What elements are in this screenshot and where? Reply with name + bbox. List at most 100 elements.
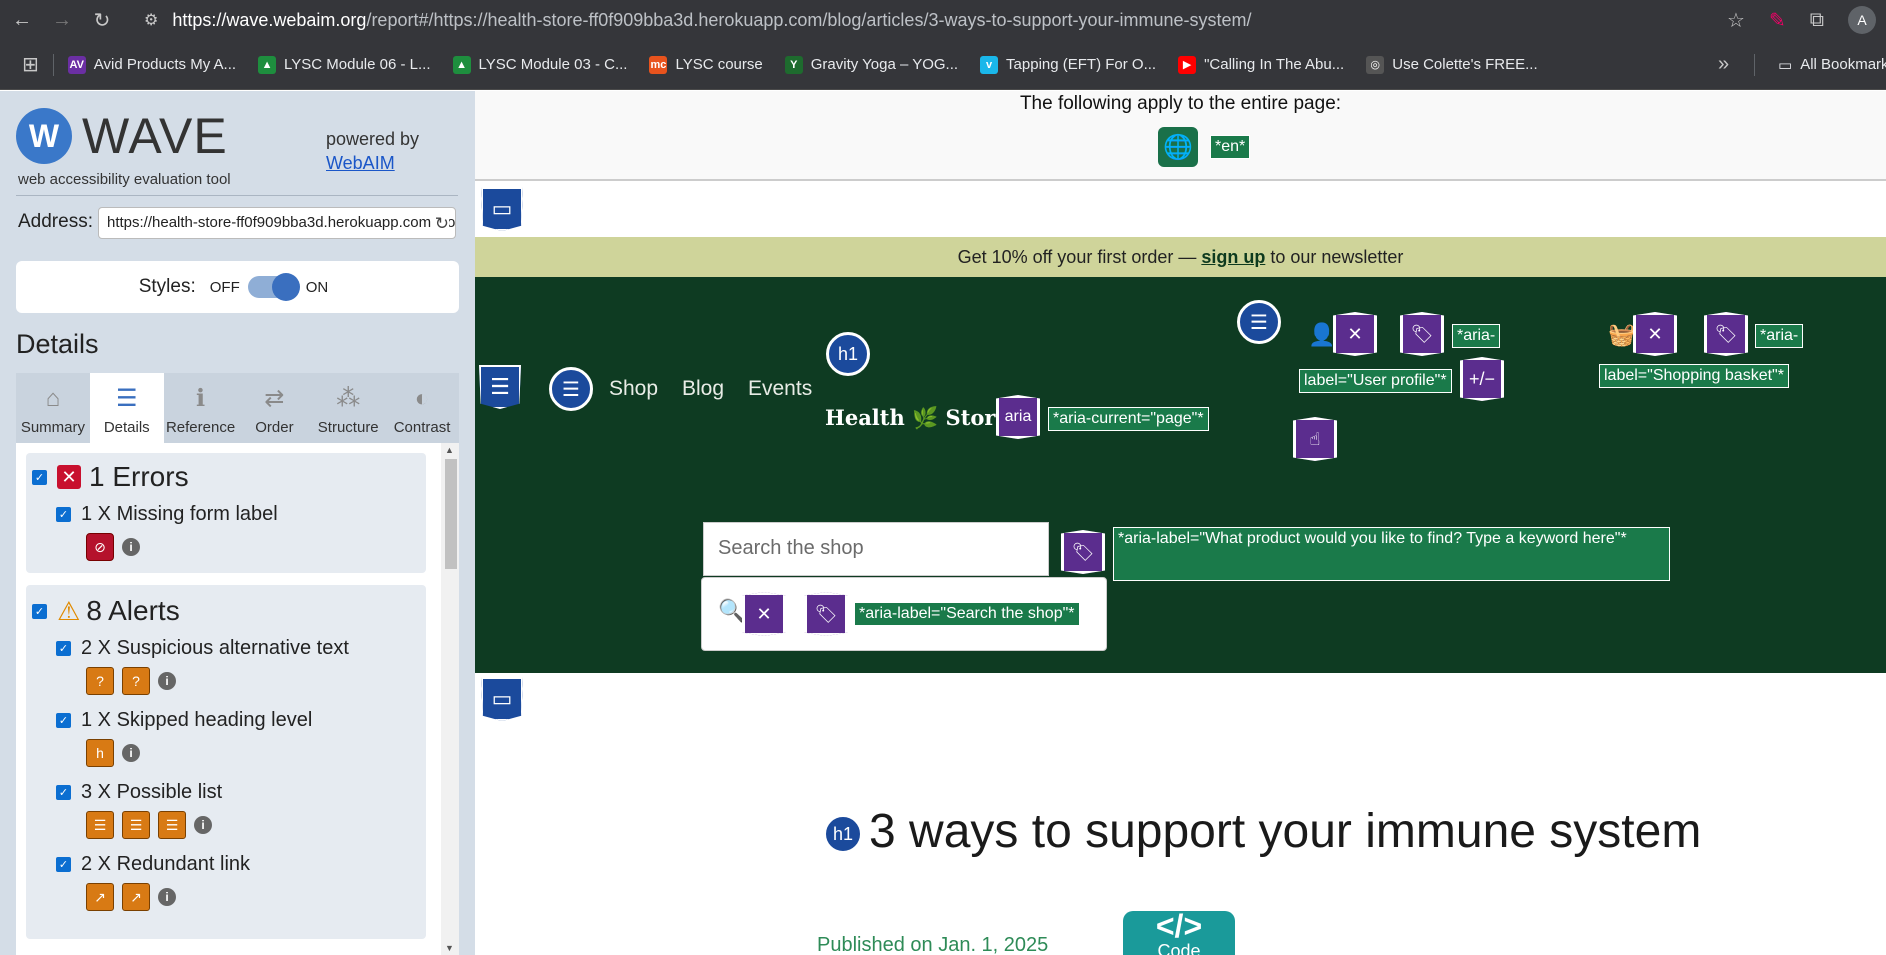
redundant-link-icon[interactable]: ↗ xyxy=(122,883,150,911)
aria-label-tag-icon[interactable]: 🏷 xyxy=(804,592,848,636)
redundant-link-icon[interactable]: ↗ xyxy=(86,883,114,911)
all-bookmarks-label: All Bookmarks xyxy=(1800,56,1886,73)
alert-item[interactable]: ✓ 2 X Suspicious alternative text xyxy=(56,637,349,660)
scroll-up-icon[interactable]: ▲ xyxy=(445,445,454,455)
wave-sidebar: W WAVE web accessibility evaluation tool… xyxy=(0,91,475,955)
alert-item[interactable]: ✓ 2 X Redundant link xyxy=(56,853,250,876)
bookmark-item[interactable]: ▶ "Calling In The Abu... xyxy=(1178,55,1344,74)
suspicious-alt-icon[interactable]: ? xyxy=(86,667,114,695)
tabindex-icon[interactable]: ☝ xyxy=(1293,417,1337,461)
tab-contrast[interactable]: ◐ Contrast xyxy=(385,373,459,443)
suspicious-alt-icon[interactable]: ? xyxy=(122,667,150,695)
info-icon[interactable]: i xyxy=(158,888,176,906)
extensions-icon[interactable]: ⧉ xyxy=(1810,9,1824,32)
landmark-icon[interactable]: ▭ xyxy=(481,187,523,231)
empty-link-icon[interactable]: ✕ xyxy=(1333,312,1377,356)
signup-link[interactable]: sign up xyxy=(1201,247,1265,267)
language-globe-icon[interactable]: 🌐 xyxy=(1158,127,1198,167)
forward-icon[interactable]: → xyxy=(44,2,80,38)
aria-label-tag-icon[interactable]: 🏷 xyxy=(1061,530,1105,574)
bookmark-item[interactable]: mc LYSC course xyxy=(649,55,763,74)
tab-structure[interactable]: ⁂ Structure xyxy=(311,373,386,443)
alerts-group: ✓ ⚠ 8 Alerts ✓ 2 X Suspicious alternativ… xyxy=(26,585,426,939)
scroll-down-icon[interactable]: ▼ xyxy=(445,943,454,953)
list-icon[interactable]: ☰ xyxy=(549,367,593,411)
alert-item[interactable]: ✓ 1 X Skipped heading level xyxy=(56,709,312,732)
reload-icon[interactable]: ↻ xyxy=(84,2,120,38)
main-landmark-icon[interactable]: ▭ xyxy=(481,677,523,721)
possible-list-icon[interactable]: ☰ xyxy=(86,811,114,839)
styles-toggle[interactable] xyxy=(247,273,300,301)
item-checkbox[interactable]: ✓ xyxy=(56,857,71,872)
possible-list-icon[interactable]: ☰ xyxy=(158,811,186,839)
alerts-checkbox[interactable]: ✓ xyxy=(32,603,47,619)
info-icon[interactable]: i xyxy=(158,672,176,690)
panel-scrollbar[interactable]: ▲ ▼ xyxy=(441,443,459,955)
alert-item[interactable]: ✓ 3 X Possible list xyxy=(56,781,222,804)
apps-grid-icon[interactable]: ⊞ xyxy=(22,52,39,77)
styles-off-label: OFF xyxy=(209,278,240,296)
info-icon[interactable]: i xyxy=(122,744,140,762)
tab-summary[interactable]: ⌂ Summary xyxy=(16,373,90,443)
error-item[interactable]: ✓ 1 X Missing form label xyxy=(56,503,278,526)
bookmark-item[interactable]: ◎ Use Colette's FREE... xyxy=(1366,55,1538,74)
scroll-thumb[interactable] xyxy=(445,459,457,569)
address-bar[interactable]: ⚙ https://wave.webaim.org/report#/https:… xyxy=(144,10,1252,31)
nav-events[interactable]: Events xyxy=(748,377,812,401)
bookmarks-overflow-icon[interactable]: » xyxy=(1718,53,1729,76)
navigation-landmark-icon[interactable]: ☰ xyxy=(479,365,521,409)
wave-logo[interactable]: W WAVE xyxy=(16,107,228,165)
item-checkbox[interactable]: ✓ xyxy=(56,641,71,656)
webaim-link[interactable]: WebAIM xyxy=(326,153,395,173)
site-logo[interactable]: Health 🌿 Store xyxy=(825,405,1009,431)
drive-icon: ▲ xyxy=(452,55,471,74)
profile-avatar[interactable]: A xyxy=(1848,6,1876,34)
basket-icon[interactable]: 🧺 xyxy=(1608,322,1635,348)
item-checkbox[interactable]: ✓ xyxy=(56,507,71,522)
aria-label-tag-icon[interactable]: 🏷 xyxy=(1704,312,1748,356)
tab-order[interactable]: ⇄ Order xyxy=(237,373,312,443)
aria-expanded-icon[interactable]: +/− xyxy=(1460,357,1504,401)
site-info-icon[interactable]: ⚙ xyxy=(144,10,158,30)
back-icon[interactable]: ← xyxy=(4,2,40,38)
search-icon[interactable]: 🔍 xyxy=(718,598,745,624)
order-icon: ⇄ xyxy=(264,385,285,412)
item-checkbox[interactable]: ✓ xyxy=(56,785,71,800)
skipped-heading-icon[interactable]: h xyxy=(86,739,114,767)
address-input[interactable]: https://health-store-ff0f909bba3d.heroku… xyxy=(98,207,456,239)
tab-label: Reference xyxy=(165,419,236,436)
empty-link-icon[interactable]: ✕ xyxy=(1633,312,1677,356)
nav-blog[interactable]: Blog xyxy=(682,377,724,401)
aria-label-tag-icon[interactable]: 🏷 xyxy=(1400,312,1444,356)
code-button[interactable]: </> Code xyxy=(1123,910,1235,955)
bookmark-item[interactable]: AV Avid Products My A... xyxy=(67,55,236,74)
bookmark-item[interactable]: ▲ LYSC Module 06 - L... xyxy=(258,55,431,74)
extension-pen-icon[interactable]: ✎ xyxy=(1769,8,1786,33)
missing-label-icon[interactable]: ⊘ xyxy=(86,533,114,561)
item-checkbox[interactable]: ✓ xyxy=(56,713,71,728)
possible-list-icon[interactable]: ☰ xyxy=(122,811,150,839)
aria-icon[interactable]: aria xyxy=(996,395,1040,439)
info-icon[interactable]: i xyxy=(122,538,140,556)
bookmark-item[interactable]: v Tapping (EFT) For O... xyxy=(980,55,1156,74)
empty-button-icon[interactable]: ✕ xyxy=(742,592,786,636)
search-input[interactable]: Search the shop xyxy=(703,522,1049,576)
all-bookmarks[interactable]: ▭ All Bookmarks xyxy=(1778,56,1886,74)
refresh-icon[interactable]: ↻ xyxy=(430,214,449,234)
styles-on-label: ON xyxy=(305,278,329,296)
tab-details[interactable]: ☰ Details xyxy=(89,373,164,443)
tab-reference[interactable]: ℹ Reference xyxy=(163,373,238,443)
powered-by: powered by WebAIM xyxy=(326,127,419,175)
user-icon[interactable]: 👤 xyxy=(1308,322,1335,348)
alert-item-label: 2 X Suspicious alternative text xyxy=(81,637,349,659)
errors-checkbox[interactable]: ✓ xyxy=(32,469,47,485)
structure-icon: ⁂ xyxy=(336,385,361,412)
bookmark-item[interactable]: ▲ LYSC Module 03 - C... xyxy=(452,55,627,74)
h1-icon[interactable]: h1 xyxy=(826,332,870,376)
list-icon[interactable]: ☰ xyxy=(1237,300,1281,344)
nav-shop[interactable]: Shop xyxy=(609,377,658,401)
bookmark-item[interactable]: Y Gravity Yoga – YOG... xyxy=(784,55,958,74)
youtube-icon: ▶ xyxy=(1178,55,1197,74)
info-icon[interactable]: i xyxy=(194,816,212,834)
bookmark-star-icon[interactable]: ☆ xyxy=(1727,8,1745,33)
